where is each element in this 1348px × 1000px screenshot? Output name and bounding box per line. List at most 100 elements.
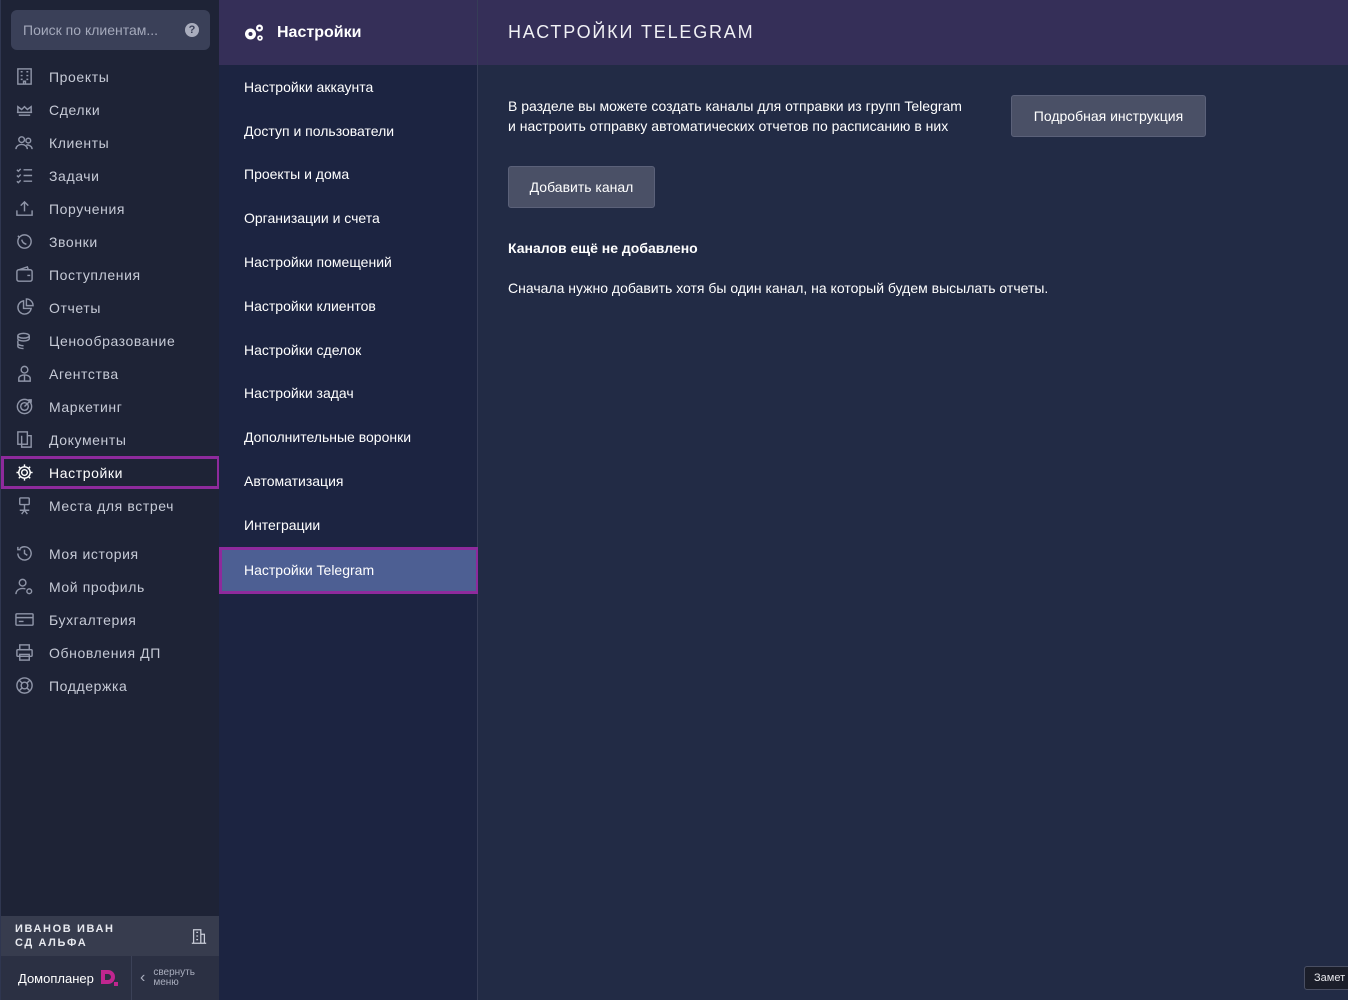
sidebar-item-label: Места для встреч — [49, 497, 175, 514]
main-sidebar: ? Проекты Сделки Клиенты Задачи Поручени… — [0, 0, 220, 1000]
settings-header: Настройки — [219, 0, 477, 65]
sidebar-item-documents[interactable]: Документы — [1, 423, 220, 456]
gears-icon — [245, 24, 263, 41]
sidebar-item-calls[interactable]: Звонки — [1, 225, 220, 258]
sidebar-item-my-history[interactable]: Моя история — [1, 537, 220, 570]
wallet-icon — [14, 265, 34, 285]
intro-line-2: и настроить отправку автоматических отче… — [508, 118, 949, 134]
chevron-left-icon: ‹ — [140, 969, 146, 986]
sidebar-item-pricing[interactable]: Ценообразование — [1, 324, 220, 357]
sidebar-item-support[interactable]: Поддержка — [1, 669, 220, 702]
settings-item-access-users[interactable]: Доступ и пользователи — [219, 109, 477, 153]
sidebar-item-label: Мой профиль — [49, 578, 145, 595]
tray-upload-icon — [14, 199, 34, 219]
settings-item-premises[interactable]: Настройки помещений — [219, 240, 477, 284]
settings-item-telegram[interactable]: Настройки Telegram — [219, 546, 479, 594]
profile-gear-icon — [14, 577, 34, 597]
pie-chart-icon — [14, 298, 34, 318]
sidebar-item-tasks[interactable]: Задачи — [1, 159, 220, 192]
sidebar-item-marketing[interactable]: Маркетинг — [1, 390, 220, 423]
settings-item-automation[interactable]: Автоматизация — [219, 459, 477, 503]
sidebar-item-label: Звонки — [49, 233, 98, 250]
sidebar-item-accounting[interactable]: Бухгалтерия — [1, 603, 220, 636]
user-organization: СД АЛЬФА — [15, 937, 88, 949]
settings-list: Настройки аккаунта Доступ и пользователи… — [219, 65, 479, 594]
notes-tab[interactable]: Замет — [1304, 966, 1348, 990]
sidebar-item-meeting-places[interactable]: Места для встреч — [1, 489, 220, 522]
collapse-line-2: меню — [153, 977, 179, 988]
sidebar-item-agencies[interactable]: Агентства — [1, 357, 220, 390]
gear-icon — [14, 463, 34, 483]
settings-menu: Настройки Настройки аккаунта Доступ и по… — [219, 0, 479, 1000]
handshake-icon — [14, 100, 34, 120]
client-search[interactable]: ? — [11, 10, 210, 50]
sidebar-item-label: Настройки — [49, 464, 124, 481]
current-user[interactable]: ИВАНОВ ИВАН СД АЛЬФА — [1, 916, 220, 956]
search-input[interactable] — [23, 22, 173, 38]
sidebar-item-my-profile[interactable]: Мой профиль — [1, 570, 220, 603]
sidebar-item-updates[interactable]: Обновления ДП — [1, 636, 220, 669]
users-icon — [14, 133, 34, 153]
empty-state-title: Каналов ещё не добавлено — [508, 240, 698, 256]
sidebar-item-deals[interactable]: Сделки — [1, 93, 220, 126]
sidebar-item-label: Маркетинг — [49, 398, 123, 415]
intro-line-1: В разделе вы можете создать каналы для о… — [508, 98, 962, 114]
building-icon — [14, 67, 34, 87]
add-channel-button[interactable]: Добавить канал — [508, 166, 655, 208]
sidebar-item-label: Бухгалтерия — [49, 611, 137, 628]
telegram-settings-panel: НАСТРОЙКИ TELEGRAM В разделе вы можете с… — [478, 0, 1348, 1000]
sidebar-item-label: Агентства — [49, 365, 119, 382]
brand-bar: Домопланер ‹ свернуть меню — [1, 956, 220, 1000]
sidebar-item-settings[interactable]: Настройки — [1, 456, 220, 489]
brand-logo-icon — [99, 968, 119, 988]
settings-item-projects-houses[interactable]: Проекты и дома — [219, 153, 477, 197]
sidebar-item-label: Отчеты — [49, 299, 101, 316]
sidebar-item-label: Поступления — [49, 266, 141, 283]
lifebuoy-icon — [14, 676, 34, 696]
intro-text: В разделе вы можете создать каналы для о… — [508, 96, 988, 136]
settings-item-account[interactable]: Настройки аккаунта — [219, 65, 477, 109]
sidebar-item-label: Проекты — [49, 68, 110, 85]
sidebar-nav: Проекты Сделки Клиенты Задачи Поручения … — [1, 60, 220, 702]
coins-icon — [14, 331, 34, 351]
sidebar-item-label: Сделки — [49, 101, 101, 118]
page-title: НАСТРОЙКИ TELEGRAM — [478, 0, 1348, 65]
meeting-place-icon — [14, 496, 34, 516]
sidebar-item-label: Поддержка — [49, 677, 128, 694]
sidebar-item-projects[interactable]: Проекты — [1, 60, 220, 93]
empty-state-text: Сначала нужно добавить хотя бы один кана… — [508, 280, 1049, 296]
printer-icon — [14, 643, 34, 663]
settings-title: Настройки — [277, 23, 362, 41]
credit-card-icon — [14, 610, 34, 630]
phone-call-icon — [14, 232, 34, 252]
collapse-menu-button[interactable]: ‹ свернуть меню — [131, 956, 220, 1000]
detailed-guide-button[interactable]: Подробная инструкция — [1011, 95, 1206, 137]
brand-name: Домопланер — [18, 970, 94, 986]
collapse-menu-label: свернуть меню — [153, 968, 195, 988]
organization-building-icon[interactable] — [190, 927, 208, 949]
settings-item-deals[interactable]: Настройки сделок — [219, 328, 477, 372]
sidebar-item-label: Моя история — [49, 545, 139, 562]
settings-item-organizations[interactable]: Организации и счета — [219, 196, 477, 240]
settings-item-funnels[interactable]: Дополнительные воронки — [219, 415, 477, 459]
help-icon[interactable]: ? — [185, 23, 199, 37]
sidebar-item-label: Клиенты — [49, 134, 110, 151]
settings-item-tasks[interactable]: Настройки задач — [219, 372, 477, 416]
settings-item-integrations[interactable]: Интеграции — [219, 503, 477, 547]
sidebar-item-reports[interactable]: Отчеты — [1, 291, 220, 324]
sidebar-item-label: Задачи — [49, 167, 100, 184]
settings-item-clients[interactable]: Настройки клиентов — [219, 284, 477, 328]
sidebar-item-label: Обновления ДП — [49, 644, 161, 661]
sidebar-item-income[interactable]: Поступления — [1, 258, 220, 291]
history-icon — [14, 544, 34, 564]
checklist-icon — [14, 166, 34, 186]
sidebar-item-label: Поручения — [49, 200, 126, 217]
sidebar-item-clients[interactable]: Клиенты — [1, 126, 220, 159]
agent-icon — [14, 364, 34, 384]
documents-icon — [14, 430, 34, 450]
user-name: ИВАНОВ ИВАН — [15, 923, 115, 935]
target-icon — [14, 397, 34, 417]
sidebar-item-label: Документы — [49, 431, 127, 448]
sidebar-item-assignments[interactable]: Поручения — [1, 192, 220, 225]
